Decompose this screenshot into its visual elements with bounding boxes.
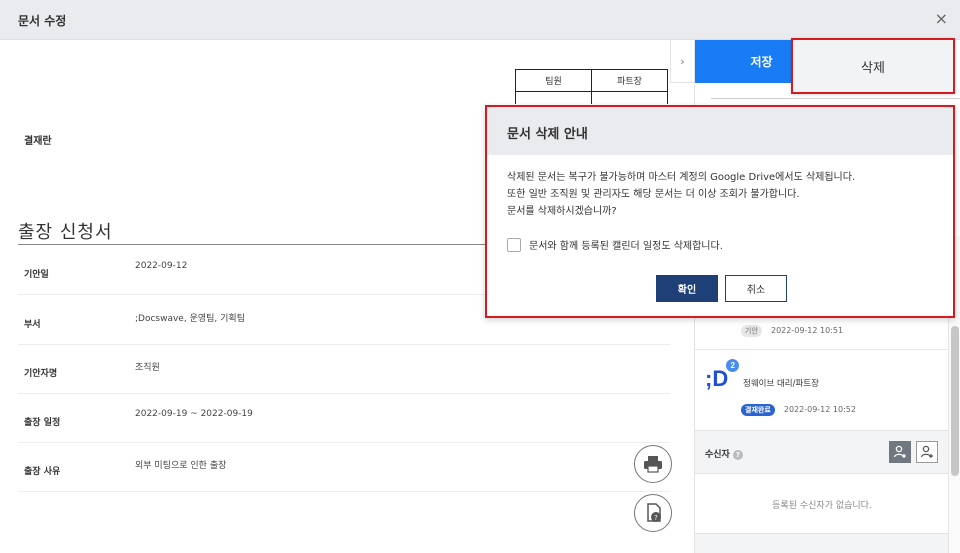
field-row: 출장 일정 2022-09-19 ~ 2022-09-19 — [18, 393, 670, 443]
delete-calendar-checkbox[interactable] — [507, 237, 521, 252]
help-icon[interactable]: ? — [732, 449, 743, 460]
field-label: 부서 — [24, 320, 41, 330]
window-title: 문서 수정 — [18, 14, 67, 28]
scrollbar-thumb[interactable] — [951, 326, 959, 476]
title-bar: 문서 수정 × — [0, 0, 960, 40]
field-value[interactable]: 2022-09-19 ~ 2022-09-19 — [135, 409, 253, 419]
svg-text:?: ? — [654, 514, 658, 522]
user-plus-icon — [920, 445, 933, 458]
delete-confirm-modal: 문서 삭제 안내 삭제된 문서는 복구가 불가능하며 마스터 계정의 Googl… — [485, 105, 955, 318]
approval-time: 2022-09-12 10:52 — [783, 405, 856, 414]
checkbox-label[interactable]: 문서와 함께 등록된 캘린더 일정도 삭제합니다. — [529, 237, 723, 252]
divider — [695, 349, 949, 350]
approval-sign-cell — [515, 91, 592, 104]
status-badge: 결재완료 — [741, 404, 775, 416]
confirm-button[interactable]: 확인 — [656, 275, 718, 302]
field-value[interactable]: 조직원 — [135, 360, 160, 373]
approval-header-member: 팀원 — [515, 69, 592, 92]
approver-item: 정웨이브 대리/파트장 — [743, 377, 960, 389]
field-label: 출장 일정 — [24, 418, 61, 428]
delete-button[interactable]: 삭제 — [791, 38, 955, 94]
next-section-header — [695, 533, 949, 553]
modal-message-line: 문서를 삭제하시겠습니까? — [507, 206, 617, 217]
approver-item: 기안 2022-09-12 10:51 — [741, 318, 960, 337]
close-icon[interactable]: × — [935, 9, 948, 28]
user-avatar: ;D2 — [705, 358, 741, 392]
recipients-empty: 등록된 수신자가 없습니다. — [772, 501, 872, 511]
approver-name: 정웨이브 대리/파트장 — [743, 379, 819, 389]
approval-table: 팀원 파트장 — [515, 69, 668, 104]
status-badge: 기안 — [741, 325, 762, 337]
document-help-icon: ? — [647, 503, 661, 522]
approval-header-partlead: 파트장 — [591, 69, 668, 92]
modal-message-line: 삭제된 문서는 복구가 불가능하며 마스터 계정의 Google Drive에서… — [507, 172, 856, 183]
approver-status: 결재완료 2022-09-12 10:52 — [741, 397, 960, 416]
avatar-logo-text: ;D — [705, 366, 729, 391]
field-value[interactable]: 외부 미팅으로 인한 출장 — [135, 458, 226, 471]
modal-title: 문서 삭제 안내 — [507, 127, 588, 142]
help-button[interactable]: ? — [634, 494, 672, 532]
field-value[interactable]: 2022-09-12 — [135, 261, 187, 271]
modal-header: 문서 삭제 안내 — [487, 107, 953, 155]
field-label: 기안자명 — [24, 369, 58, 379]
approval-time: 2022-09-12 10:51 — [770, 326, 844, 335]
field-label: 출장 사유 — [24, 467, 61, 477]
document-title: 출장 신청서 — [18, 222, 113, 243]
modal-body: 삭제된 문서는 복구가 불가능하며 마스터 계정의 Google Drive에서… — [487, 155, 953, 252]
add-recipient-button[interactable] — [889, 441, 911, 463]
sidebar-toggle[interactable]: › — [670, 40, 694, 83]
recipients-header: 수신자? — [695, 430, 949, 474]
field-label: 기안일 — [24, 270, 49, 280]
approval-sign-cell — [591, 91, 668, 104]
recipients-label: 수신자? — [705, 447, 743, 460]
avatar-count-badge: 2 — [726, 358, 740, 372]
field-value[interactable]: ;Docswave, 운영팀, 기획팀 — [135, 311, 245, 324]
user-add-icon — [893, 445, 906, 458]
delete-calendar-option[interactable]: 문서와 함께 등록된 캘린더 일정도 삭제합니다. — [507, 237, 723, 252]
field-row: 출장 사유 외부 미팅으로 인한 출장 — [18, 442, 670, 492]
printer-icon — [644, 456, 662, 473]
field-row: 기안자명 조직원 — [18, 344, 670, 394]
cancel-button[interactable]: 취소 — [725, 275, 787, 302]
modal-message-line: 또한 일반 조직원 및 관리자도 해당 문서는 더 이상 조회가 불가합니다. — [507, 189, 800, 200]
print-button[interactable] — [634, 445, 672, 483]
approval-label: 결재란 — [24, 136, 52, 147]
add-external-recipient-button[interactable] — [916, 441, 938, 463]
